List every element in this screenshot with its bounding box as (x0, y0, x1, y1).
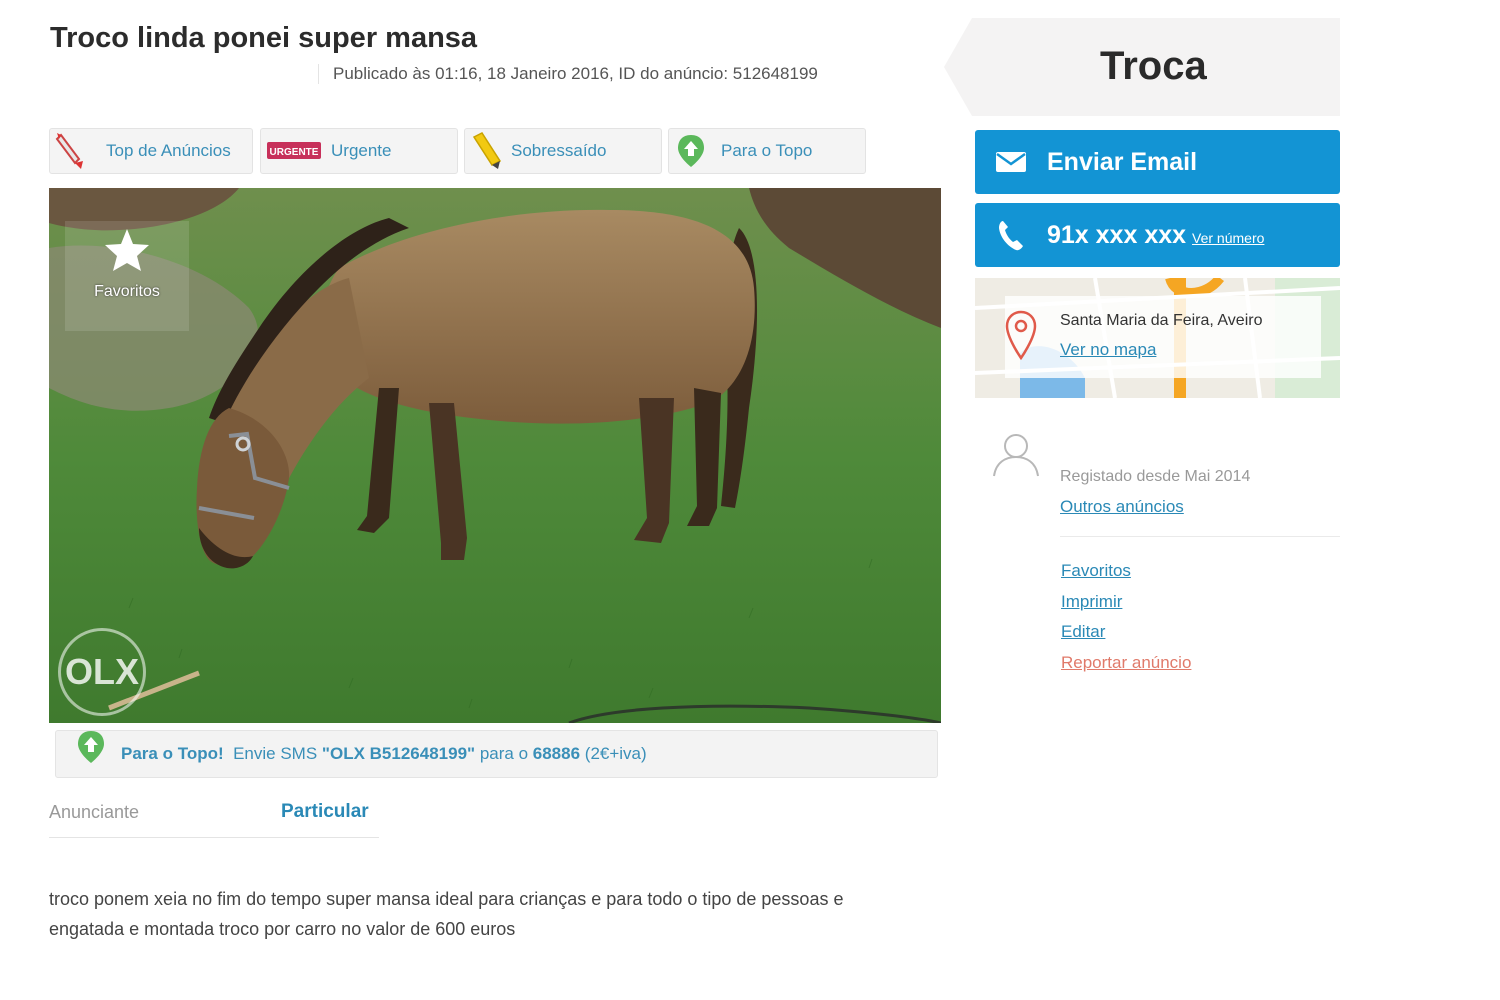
price-label: Troca (1100, 44, 1207, 88)
promo-label: Sobressaído (511, 141, 607, 160)
highlighter-pen-icon (465, 128, 509, 174)
edit-link[interactable]: Editar (1061, 617, 1191, 648)
promo-highlight-button[interactable]: Sobressaído (464, 128, 662, 174)
olx-watermark-logo: OLX (58, 628, 146, 716)
up-arrow-badge-icon (669, 128, 713, 174)
urgente-tag-icon: URGENTE (261, 128, 327, 174)
advertiser-key: Anunciante (49, 802, 140, 822)
phone-number: 91x xxx xxx (1047, 220, 1187, 249)
report-ad-link[interactable]: Reportar anúncio (1061, 648, 1191, 679)
promo-label: Top de Anúncios (106, 141, 231, 160)
ad-description: troco ponem xeia no fim do tempo super m… (49, 889, 844, 939)
sms-number: 68886 (532, 744, 581, 763)
favorites-link[interactable]: Favoritos (1061, 556, 1191, 587)
print-link[interactable]: Imprimir (1061, 587, 1191, 618)
promo-top-ads-button[interactable]: Top de Anúncios (49, 128, 253, 174)
sms-text-1: Envie SMS (233, 744, 318, 763)
location-text: Santa Maria da Feira, Aveiro (1060, 312, 1263, 329)
svg-text:URGENTE: URGENTE (270, 147, 319, 158)
ad-meta: Publicado às 01:16, 18 Janeiro 2016, ID … (318, 64, 818, 84)
send-email-button[interactable]: Enviar Email (975, 130, 1340, 194)
map-pin-icon (1005, 310, 1037, 369)
star-icon (105, 229, 149, 271)
phone-icon (975, 219, 1047, 251)
phone-button[interactable]: 91x xxx xxx Ver número (975, 203, 1340, 267)
registered-since: Registado desde Mai 2014 (1060, 468, 1251, 485)
sms-promo-bar: Para o Topo! Envie SMS "OLX B512648199" … (55, 730, 938, 778)
advertiser-value: Particular (281, 801, 369, 822)
favorite-button[interactable]: Favoritos (65, 221, 189, 331)
ad-actions: Favoritos Imprimir Editar Reportar anúnc… (1061, 556, 1191, 678)
ad-title: Troco linda ponei super mansa (50, 22, 478, 54)
divider (1060, 536, 1340, 537)
promo-urgent-button[interactable]: URGENTE Urgente (260, 128, 458, 174)
send-email-label: Enviar Email (1047, 147, 1198, 176)
location-card (1005, 296, 1321, 378)
advertiser-row: Anunciante Particular (49, 798, 379, 838)
price-tag: Troca (944, 18, 1340, 116)
rocket-icon (50, 128, 94, 174)
sms-text-2: para o (479, 744, 529, 763)
reveal-number-link[interactable]: Ver número (1192, 230, 1264, 246)
promo-label: Urgente (331, 141, 392, 160)
view-on-map-link[interactable]: Ver no mapa (1060, 340, 1156, 360)
sms-code: "OLX B512648199" (321, 744, 476, 763)
user-avatar-icon (990, 430, 1042, 483)
sms-text: Para o Topo! Envie SMS "OLX B512648199" … (121, 744, 647, 764)
up-arrow-badge-icon (76, 729, 106, 770)
sms-lead: Para o Topo! (121, 744, 224, 763)
other-ads-link[interactable]: Outros anúncios (1060, 497, 1184, 517)
promo-label: Para o Topo (721, 141, 813, 160)
sms-price: (2€+iva) (584, 744, 647, 763)
envelope-icon (975, 151, 1047, 173)
promo-to-top-button[interactable]: Para o Topo (668, 128, 866, 174)
location-map[interactable]: Santa Maria da Feira, Aveiro Ver no mapa (975, 278, 1340, 398)
favorite-label: Favoritos (94, 283, 160, 300)
